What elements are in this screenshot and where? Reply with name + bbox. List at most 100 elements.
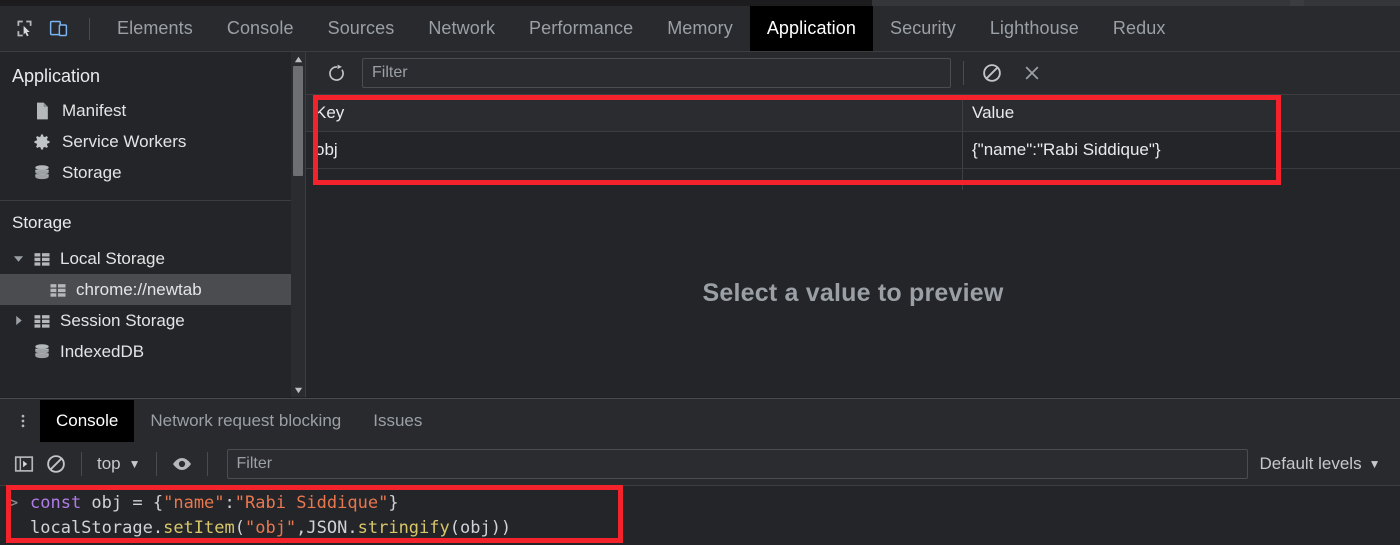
clear-all-icon[interactable]	[976, 57, 1008, 89]
tab-console[interactable]: Console	[210, 6, 311, 51]
database-icon	[32, 342, 52, 362]
console-sidebar-icon[interactable]	[8, 448, 40, 480]
tab-redux[interactable]: Redux	[1096, 6, 1183, 51]
drawer-tab-network-request-blocking[interactable]: Network request blocking	[134, 400, 357, 442]
sidebar-item-label: Storage	[62, 162, 122, 182]
code-token: .	[152, 518, 164, 538]
chevron-right-icon[interactable]	[12, 315, 24, 326]
code-token: }	[388, 493, 399, 513]
clear-console-icon[interactable]	[40, 448, 72, 480]
code-token: "Rabi Siddique"	[234, 493, 389, 513]
drawer-tab-issues[interactable]: Issues	[357, 400, 438, 442]
tab-memory[interactable]: Memory	[650, 6, 750, 51]
devtools-window: Elements Console Sources Network Perform…	[0, 0, 1400, 545]
console-filter-input[interactable]: Filter	[226, 449, 1248, 479]
sidebar-item-chrome-newtab[interactable]: chrome://newtab	[0, 274, 292, 305]
tabbar-separator	[89, 17, 90, 40]
code-token: (obj))	[449, 518, 512, 538]
console-toolbar-separator	[81, 452, 82, 476]
code-token: const	[30, 493, 92, 513]
sidebar-item-local-storage[interactable]: Local Storage	[0, 243, 292, 274]
gear-icon	[32, 132, 52, 152]
sidebar-scrollbar[interactable]	[291, 52, 305, 397]
sidebar-item-label: Service Workers	[62, 131, 187, 151]
tab-security[interactable]: Security	[873, 6, 973, 51]
storage-filter-placeholder: Filter	[372, 64, 408, 81]
console-prompt-editor[interactable]: > const obj = {"name":"Rabi Siddique"} l…	[0, 486, 1400, 545]
storage-toolbar: Filter	[306, 52, 1400, 95]
sidebar-item-storage[interactable]: Storage	[0, 157, 292, 188]
console-toolbar: top ▼ Filter Default levels ▼	[0, 443, 1400, 486]
sidebar-item-session-storage[interactable]: Session Storage	[0, 305, 292, 336]
table-icon	[48, 280, 68, 300]
drawer-tabbar: Console Network request blocking Issues	[0, 398, 1400, 444]
console-log-levels-selector[interactable]: Default levels ▼	[1260, 454, 1381, 474]
code-token: =	[132, 493, 153, 513]
scrollbar-thumb[interactable]	[293, 66, 303, 176]
application-sidebar: Application Manifest Service Workers Sto…	[0, 52, 292, 397]
console-code-line-1: const obj = {"name":"Rabi Siddique"}	[30, 491, 399, 516]
database-icon	[32, 163, 52, 183]
device-toolbar-icon[interactable]	[43, 14, 73, 44]
local-storage-table: Key Value obj {"name":"Rabi Siddique"}	[306, 95, 1400, 204]
column-header-value[interactable]: Value	[963, 95, 1400, 131]
sidebar-item-manifest[interactable]: Manifest	[0, 95, 292, 126]
sidebar-item-label: Manifest	[62, 100, 127, 120]
table-row[interactable]: obj {"name":"Rabi Siddique"}	[306, 132, 1400, 169]
storage-filter-input[interactable]: Filter	[362, 58, 951, 88]
tab-network[interactable]: Network	[411, 6, 512, 51]
code-token: "obj"	[244, 518, 297, 538]
sidebar-item-label: Local Storage	[60, 248, 165, 268]
tab-lighthouse[interactable]: Lighthouse	[973, 6, 1096, 51]
main-tabs: Elements Console Sources Network Perform…	[100, 6, 1182, 51]
console-code-line-2: localStorage.setItem("obj",JSON.stringif…	[30, 516, 511, 541]
tabbar-icon-group	[0, 14, 100, 44]
code-token: ,	[296, 518, 307, 538]
console-prompt-spacer	[8, 516, 30, 541]
code-token: {	[152, 493, 164, 513]
console-context-label: top	[97, 454, 121, 473]
tab-sources[interactable]: Sources	[311, 6, 412, 51]
sidebar-item-label: chrome://newtab	[76, 279, 202, 299]
chevron-down-icon: ▼	[128, 457, 141, 471]
eye-icon[interactable]	[166, 448, 198, 480]
code-token: setItem	[163, 518, 235, 538]
inspect-element-icon[interactable]	[9, 14, 39, 44]
tab-application[interactable]: Application	[749, 6, 873, 51]
chevron-down-icon: ▼	[1368, 457, 1381, 471]
sidebar-item-label: IndexedDB	[60, 341, 145, 361]
log-levels-label: Default levels	[1259, 454, 1362, 473]
scroll-up-arrow-icon[interactable]	[291, 52, 305, 66]
table-header-row: Key Value	[306, 95, 1400, 132]
tab-elements[interactable]: Elements	[100, 6, 210, 51]
sidebar-item-service-workers[interactable]: Service Workers	[0, 126, 292, 157]
code-token: .	[347, 518, 358, 538]
console-context-selector[interactable]: top ▼	[91, 454, 147, 474]
sidebar-item-indexeddb[interactable]: IndexedDB	[0, 336, 292, 367]
sidebar-item-label: Session Storage	[60, 310, 185, 330]
code-token: "name"	[163, 493, 225, 513]
scroll-down-arrow-icon[interactable]	[291, 383, 305, 397]
code-token: JSON	[306, 518, 348, 538]
sidebar-section-storage: Storage	[12, 213, 72, 232]
drawer-tab-console[interactable]: Console	[40, 400, 135, 442]
console-input-line-2: localStorage.setItem("obj",JSON.stringif…	[0, 516, 1400, 541]
close-x-icon[interactable]	[1016, 57, 1048, 89]
refresh-icon[interactable]	[320, 57, 352, 89]
cell-value[interactable]: {"name":"Rabi Siddique"}	[963, 132, 1400, 168]
tab-performance[interactable]: Performance	[512, 6, 650, 51]
devtools-main-tabbar: Elements Console Sources Network Perform…	[0, 6, 1400, 52]
console-toolbar-separator-2	[155, 452, 157, 476]
cell-key[interactable]: obj	[306, 132, 963, 168]
console-input-line-1: > const obj = {"name":"Rabi Siddique"}	[0, 491, 1400, 516]
table-icon	[32, 249, 52, 269]
document-icon	[32, 101, 52, 121]
value-preview-pane: Select a value to preview	[306, 190, 1400, 397]
more-vertical-icon[interactable]	[6, 404, 40, 438]
console-prompt-caret: >	[8, 493, 19, 513]
chevron-down-icon[interactable]	[12, 253, 24, 264]
code-token: :	[224, 493, 235, 513]
column-header-key[interactable]: Key	[306, 95, 963, 131]
preview-placeholder-text: Select a value to preview	[702, 279, 1004, 307]
toolbar-separator	[963, 61, 964, 85]
